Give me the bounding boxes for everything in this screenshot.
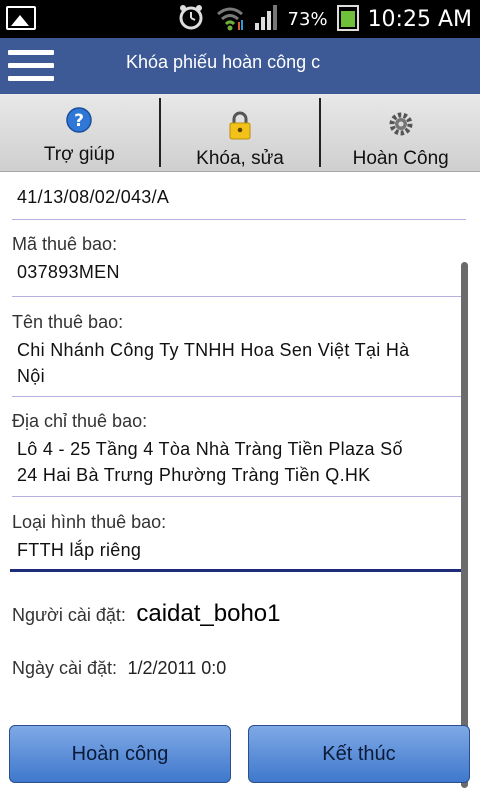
battery-icon — [336, 2, 360, 36]
status-icons: 73% 10:25 AM — [176, 0, 472, 38]
alarm-clock-icon — [176, 2, 206, 36]
subscriber-name-line2: Nội — [17, 366, 45, 386]
help-tool-button[interactable]: ? Trợ giúp — [0, 94, 159, 171]
install-date-row: Ngày cài đặt: 1/2/2011 0:0 — [12, 658, 226, 679]
active-divider — [10, 569, 466, 572]
scrollbar[interactable] — [461, 262, 468, 788]
subscriber-id-label: Mã thuê bao: — [12, 234, 118, 254]
title-fade — [320, 38, 360, 94]
subscriber-name-label: Tên thuê bao: — [12, 312, 124, 332]
subscriber-name-line1: Chi Nhánh Công Ty TNHH Hoa Sen Việt Tại … — [17, 340, 410, 360]
help-question-icon: ? — [65, 106, 93, 134]
signal-bars-icon — [254, 3, 280, 35]
complete-tool-button[interactable]: Hoàn Công — [319, 98, 480, 169]
divider — [12, 296, 466, 297]
help-label: Trợ giúp — [43, 144, 115, 165]
battery-percent: 73% — [287, 8, 328, 30]
subscriber-type-label: Loại hình thuê bao: — [12, 512, 167, 532]
subscriber-type-field: Loại hình thuê bao: FTTH lắp riêng — [12, 512, 464, 563]
address-line1: Lô 4 - 25 Tầng 4 Tòa Nhà Tràng Tiền Plaz… — [17, 439, 403, 459]
address-label: Địa chỉ thuê bao: — [12, 411, 148, 431]
status-bar: 73% 10:25 AM — [0, 0, 480, 38]
divider — [12, 396, 466, 397]
app-bar: Khóa phiếu hoàn công c — [0, 38, 480, 94]
subscriber-name-field: Tên thuê bao: Chi Nhánh Công Ty TNHH Hoa… — [12, 312, 464, 389]
address-line2: 24 Hai Bà Trưng Phường Tràng Tiền Q.HK — [17, 465, 371, 485]
installer-label: Người cài đặt: — [12, 605, 126, 625]
lock-edit-label: Khóa, sửa — [196, 148, 284, 169]
svg-text:?: ? — [74, 111, 84, 131]
address-field: Địa chỉ thuê bao: Lô 4 - 25 Tầng 4 Tòa N… — [12, 411, 464, 488]
installer-value: caidat_boho1 — [136, 600, 281, 627]
divider — [12, 219, 466, 220]
subscriber-type-value: FTTH lắp riêng — [17, 540, 142, 560]
install-date-value: 1/2/2011 0:0 — [127, 658, 227, 678]
installer-row: Người cài đặt: caidat_boho1 — [12, 600, 281, 628]
complete-button[interactable]: Hoàn công — [9, 725, 231, 783]
lock-edit-tool-button[interactable]: Khóa, sửa — [158, 98, 320, 169]
subscriber-id-field: Mã thuê bao: 037893MEN — [12, 234, 464, 285]
divider — [12, 496, 466, 497]
complete-label: Hoàn Công — [352, 148, 449, 169]
page-title: Khóa phiếu hoàn công c — [126, 52, 321, 72]
install-date-label: Ngày cài đặt: — [12, 658, 118, 678]
subscriber-id-value: 037893MEN — [17, 262, 120, 282]
padlock-icon — [226, 110, 254, 140]
wifi-icon — [214, 2, 246, 36]
code-field: 41/13/08/02/043/A — [12, 184, 464, 210]
toolbar: ? Trợ giúp Khóa, sửa Hoàn Công — [0, 94, 480, 172]
clock: 10:25 AM — [367, 6, 472, 32]
hamburger-menu-icon[interactable] — [8, 46, 54, 86]
finish-button[interactable]: Kết thúc — [248, 725, 470, 783]
image-icon — [6, 6, 36, 30]
gear-icon — [387, 110, 415, 138]
code-value: 41/13/08/02/043/A — [17, 187, 170, 207]
